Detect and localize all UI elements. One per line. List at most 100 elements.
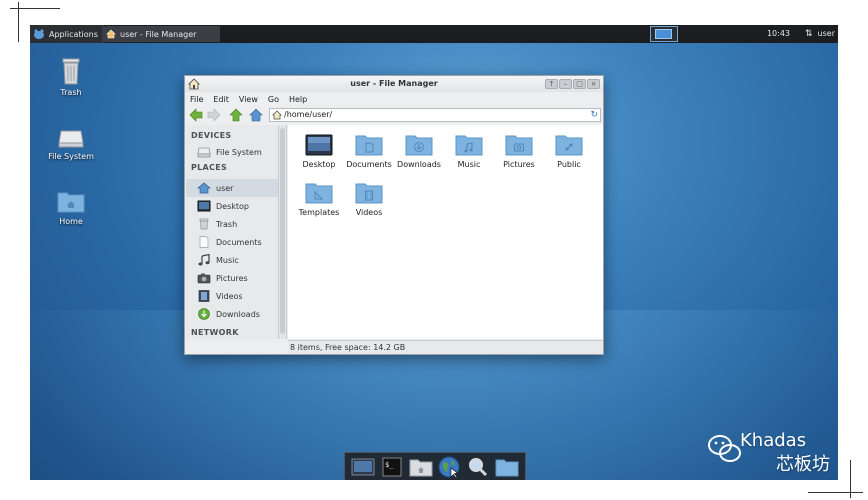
file-item-label: Music <box>457 160 481 169</box>
file-item-downloads[interactable]: Downloads <box>392 133 446 169</box>
home-folder-icon <box>409 459 433 476</box>
dock-folder[interactable] <box>495 456 519 478</box>
file-item-desktop[interactable]: Desktop <box>292 133 346 169</box>
menu-help[interactable]: Help <box>289 95 307 104</box>
file-item-label: Documents <box>346 160 392 169</box>
menu-view[interactable]: View <box>239 95 258 104</box>
sidebar-item-documents[interactable]: Documents <box>186 233 278 251</box>
home-icon <box>197 182 211 194</box>
sidebar-item-desktop[interactable]: Desktop <box>186 197 278 215</box>
sidebar-item-music[interactable]: Music <box>186 251 278 269</box>
dock-terminal[interactable]: $_ <box>380 456 404 478</box>
sidebar-item-downloads[interactable]: Downloads <box>186 305 278 323</box>
folder-icon <box>495 459 519 476</box>
taskbar-item-file-manager[interactable]: user - File Manager <box>102 26 220 42</box>
sidebar-item-label: Pictures <box>216 273 248 283</box>
home-button-icon[interactable] <box>249 108 263 122</box>
file-item-templates[interactable]: Templates <box>292 181 346 217</box>
location-bar[interactable]: /home/user/ ↻ <box>269 108 601 122</box>
dock-show-desktop[interactable] <box>351 456 375 478</box>
crop-mark <box>18 2 19 42</box>
sidebar-header-network: NETWORK <box>191 328 239 337</box>
top-panel: Applications user - File Manager 10:43 ⇅… <box>30 25 838 43</box>
taskbar-item-label: user - File Manager <box>120 29 197 39</box>
file-item-public[interactable]: Public <box>542 133 596 169</box>
sidebar-header-devices: DEVICES <box>191 131 232 140</box>
window-titlebar[interactable]: user - File Manager ↑ – □ × <box>185 76 603 92</box>
applications-label: Applications <box>49 29 98 39</box>
trash-icon <box>62 58 80 85</box>
menu-go[interactable]: Go <box>268 95 279 104</box>
minimize-button[interactable]: – <box>559 79 572 89</box>
file-item-documents[interactable]: Documents <box>342 133 396 169</box>
desktop-icon-label: File System <box>48 152 94 161</box>
workspace-switcher[interactable] <box>650 26 678 42</box>
menu-edit[interactable]: Edit <box>213 95 229 104</box>
crop-mark <box>808 492 863 493</box>
trash-icon <box>199 218 209 230</box>
location-path: /home/user/ <box>284 110 333 119</box>
home-icon <box>272 110 282 120</box>
desktop-icon-trash[interactable]: Trash <box>36 57 106 97</box>
music-note-icon <box>198 254 210 266</box>
file-item-pictures[interactable]: Pictures <box>492 133 546 169</box>
sidebar-item-user[interactable]: user <box>186 179 278 197</box>
sidebar-item-label: Music <box>216 255 239 265</box>
sidebar-item-trash[interactable]: Trash <box>186 215 278 233</box>
desktop-icon-file-system[interactable]: File System <box>36 125 106 161</box>
sidebar-item-label: Downloads <box>216 309 260 319</box>
close-button[interactable]: × <box>587 79 600 89</box>
sidebar-item-pictures[interactable]: Pictures <box>186 269 278 287</box>
applications-menu-button[interactable]: Applications <box>30 25 104 43</box>
templates-folder-icon <box>305 183 333 204</box>
file-manager-window[interactable]: user - File Manager ↑ – □ × File Edit Vi… <box>184 75 604 355</box>
window-title: user - File Manager <box>350 79 438 88</box>
desktop-icon-home[interactable]: Home <box>36 190 106 226</box>
shade-button[interactable]: ↑ <box>545 79 558 89</box>
file-item-label: Public <box>557 160 581 169</box>
up-arrow-icon[interactable] <box>229 108 243 122</box>
file-item-label: Pictures <box>503 160 535 169</box>
back-arrow-icon[interactable] <box>189 108 203 122</box>
dock-app-finder[interactable] <box>466 456 490 478</box>
forward-arrow-icon[interactable] <box>207 108 221 122</box>
home-icon <box>106 29 116 39</box>
documents-folder-icon <box>355 135 383 156</box>
xfce-mouse-icon <box>34 29 44 39</box>
watermark-subtitle: 芯板坊 <box>776 454 830 475</box>
crop-mark <box>850 460 851 498</box>
file-item-music[interactable]: Music <box>442 133 496 169</box>
menubar: File Edit View Go Help <box>185 92 307 106</box>
maximize-button[interactable]: □ <box>573 79 586 89</box>
dock-file-manager[interactable] <box>409 456 433 478</box>
hard-drive-icon <box>58 130 84 148</box>
svg-text:$_: $_ <box>385 461 394 469</box>
menu-file[interactable]: File <box>190 95 203 104</box>
reload-icon[interactable]: ↻ <box>590 109 598 121</box>
download-icon <box>198 308 210 320</box>
dock-web-browser[interactable] <box>437 456 461 478</box>
sidebar-item-label: File System <box>216 147 262 157</box>
sidebar: DEVICES File System PLACES user Desktop … <box>186 125 279 339</box>
magnifier-icon <box>468 457 488 476</box>
sidebar-item-file-system[interactable]: File System <box>186 143 278 161</box>
sidebar-item-videos[interactable]: Videos <box>186 287 278 305</box>
desktop-icon <box>351 458 375 475</box>
network-icon[interactable]: ⇅ <box>805 29 815 39</box>
file-view[interactable]: Desktop Documents Downloads Music Pictur… <box>288 125 603 339</box>
workspace-1[interactable] <box>655 29 672 39</box>
hard-drive-icon <box>197 147 211 158</box>
watermark-brand: Khadas <box>740 430 807 451</box>
scrollbar-thumb[interactable] <box>280 128 285 334</box>
music-folder-icon <box>455 135 483 156</box>
wechat-logo-icon <box>708 435 741 462</box>
user-menu[interactable]: user <box>818 25 835 43</box>
sidebar-scrollbar[interactable] <box>279 125 287 339</box>
desktop-icon-label: Trash <box>60 88 82 97</box>
downloads-folder-icon <box>405 135 433 156</box>
sidebar-header-places: PLACES <box>191 163 228 172</box>
desktop-icon <box>197 200 211 212</box>
file-item-videos[interactable]: Videos <box>342 181 396 217</box>
sidebar-item-label: user <box>216 183 234 193</box>
clock[interactable]: 10:43 <box>767 25 790 43</box>
